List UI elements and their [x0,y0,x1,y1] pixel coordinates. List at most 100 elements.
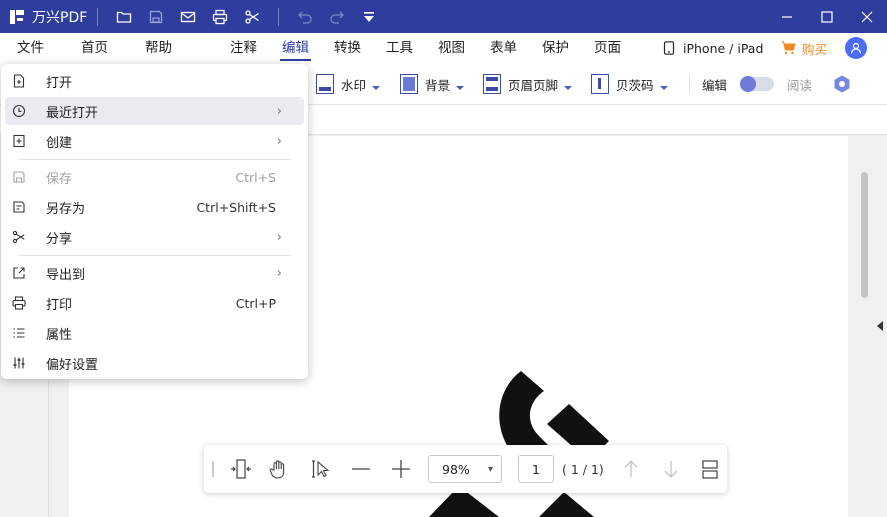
background-icon [400,74,418,94]
menu-tools[interactable]: 工具 [386,33,413,63]
buy-button[interactable]: 购买 [781,33,827,63]
scrollbar-thumb[interactable] [861,172,868,298]
menu-annotate[interactable]: 注释 [230,33,257,63]
background-label: 背景 [425,77,451,93]
zoom-in-icon[interactable] [389,457,413,481]
chevron-right-icon: › [276,103,282,119]
menu-bar: 文件 首页 帮助 注释 编辑 转换 工具 视图 表单 保护 页面 iPhone … [0,33,887,63]
next-page-icon[interactable] [659,457,683,481]
clock-icon [11,103,27,119]
create-file-icon [11,133,27,149]
edit-read-toggle[interactable] [740,76,774,92]
header-footer-button[interactable]: 页眉页脚 [483,72,573,96]
device-link[interactable]: iPhone / iPad [663,33,763,63]
file-menu-label: 另存为 [46,201,86,217]
close-button[interactable] [847,0,887,33]
header-footer-icon [483,74,501,94]
menu-form[interactable]: 表单 [490,33,517,63]
file-menu-label: 打开 [46,75,73,91]
background-button[interactable]: 背景 [400,72,465,96]
chevron-down-icon [372,86,381,90]
chevron-down-icon [456,86,465,90]
save-icon[interactable] [140,0,172,33]
file-menu-save-as[interactable]: 另存为 Ctrl+Shift+S [5,193,304,221]
previous-page-icon[interactable] [619,457,643,481]
select-text-icon[interactable] [308,457,332,481]
open-folder-icon[interactable] [108,0,140,33]
phone-icon [663,41,675,55]
watermark-label: 水印 [341,77,367,93]
fit-width-icon[interactable] [229,457,253,481]
chevron-down-icon: ▾ [487,464,493,475]
collapse-panel-icon[interactable] [877,321,883,331]
chevron-down-icon [659,86,668,90]
bates-button[interactable]: 贝茨码 [591,72,668,96]
file-menu-label: 偏好设置 [46,357,99,373]
maximize-button[interactable] [807,0,847,33]
menu-divider [19,255,291,256]
device-label: iPhone / iPad [683,40,764,56]
file-menu-save[interactable]: 保存 Ctrl+S [5,163,304,191]
zoom-select[interactable]: 98% ▾ [428,455,502,483]
zoom-value: 98% [442,461,470,477]
scissors-icon[interactable] [236,0,268,33]
menu-divider [19,159,291,160]
menu-file[interactable]: 文件 [17,33,44,63]
mail-icon[interactable] [172,0,204,33]
file-menu-label: 创建 [46,135,73,151]
redo-icon[interactable] [321,0,353,33]
menu-edit[interactable]: 编辑 [280,33,311,63]
edit-mode-label: 编辑 [702,77,728,93]
list-icon [11,325,27,341]
file-menu-properties[interactable]: 属性 [5,319,304,347]
title-bar: 万兴PDF [0,0,887,33]
open-file-icon [11,73,27,89]
avatar[interactable] [845,37,867,59]
page-layout-icon[interactable] [698,457,722,481]
chevron-down-icon [564,86,573,90]
watermark-button[interactable]: 水印 [316,72,381,96]
export-icon [11,265,27,281]
read-mode-label: 阅读 [787,77,813,93]
file-menu-preferences[interactable]: 偏好设置 [5,349,304,377]
undo-icon[interactable] [289,0,321,33]
file-menu-label: 导出到 [46,267,86,283]
file-menu: 打开 最近打开 › 创建 › 保存 Ctrl+S 另存为 Ctrl+Shift+… [1,64,308,379]
shortcut-label: Ctrl+S [235,169,276,185]
menu-page[interactable]: 页面 [594,33,621,63]
file-menu-print[interactable]: 打印 Ctrl+P [5,289,304,317]
file-menu-export[interactable]: 导出到 › [5,259,304,287]
file-menu-recent[interactable]: 最近打开 › [5,97,304,125]
page-number-input[interactable] [518,455,554,483]
menu-convert[interactable]: 转换 [334,33,361,63]
chevron-right-icon: › [276,265,282,281]
file-menu-share[interactable]: 分享 › [5,223,304,251]
app-logo-icon [9,9,25,25]
hexagon-settings-icon[interactable] [832,74,852,94]
file-menu-open[interactable]: 打开 [5,67,304,95]
page-count: ( 1 / 1) [562,462,604,477]
menu-view[interactable]: 视图 [438,33,465,63]
shortcut-label: Ctrl+Shift+S [196,199,276,215]
toggle-knob [740,76,756,92]
titlebar-divider [278,7,280,26]
file-menu-label: 最近打开 [46,105,99,121]
print-icon[interactable] [204,0,236,33]
file-menu-label: 保存 [46,171,73,187]
drag-handle[interactable] [212,461,214,477]
app-title: 万兴PDF [32,9,88,26]
zoom-out-icon[interactable] [349,457,373,481]
menu-home[interactable]: 首页 [81,33,108,63]
quick-access-dropdown-icon[interactable] [353,0,385,33]
hand-tool-icon[interactable] [267,457,291,481]
cart-icon [781,41,796,55]
menu-help[interactable]: 帮助 [145,33,172,63]
buy-label: 购买 [802,41,828,57]
bates-label: 贝茨码 [616,77,654,93]
sliders-icon [11,355,27,371]
file-menu-create[interactable]: 创建 › [5,127,304,155]
menu-protect[interactable]: 保护 [542,33,569,63]
minimize-button[interactable] [767,0,807,33]
watermark-icon [316,74,334,94]
file-menu-label: 分享 [46,231,73,247]
